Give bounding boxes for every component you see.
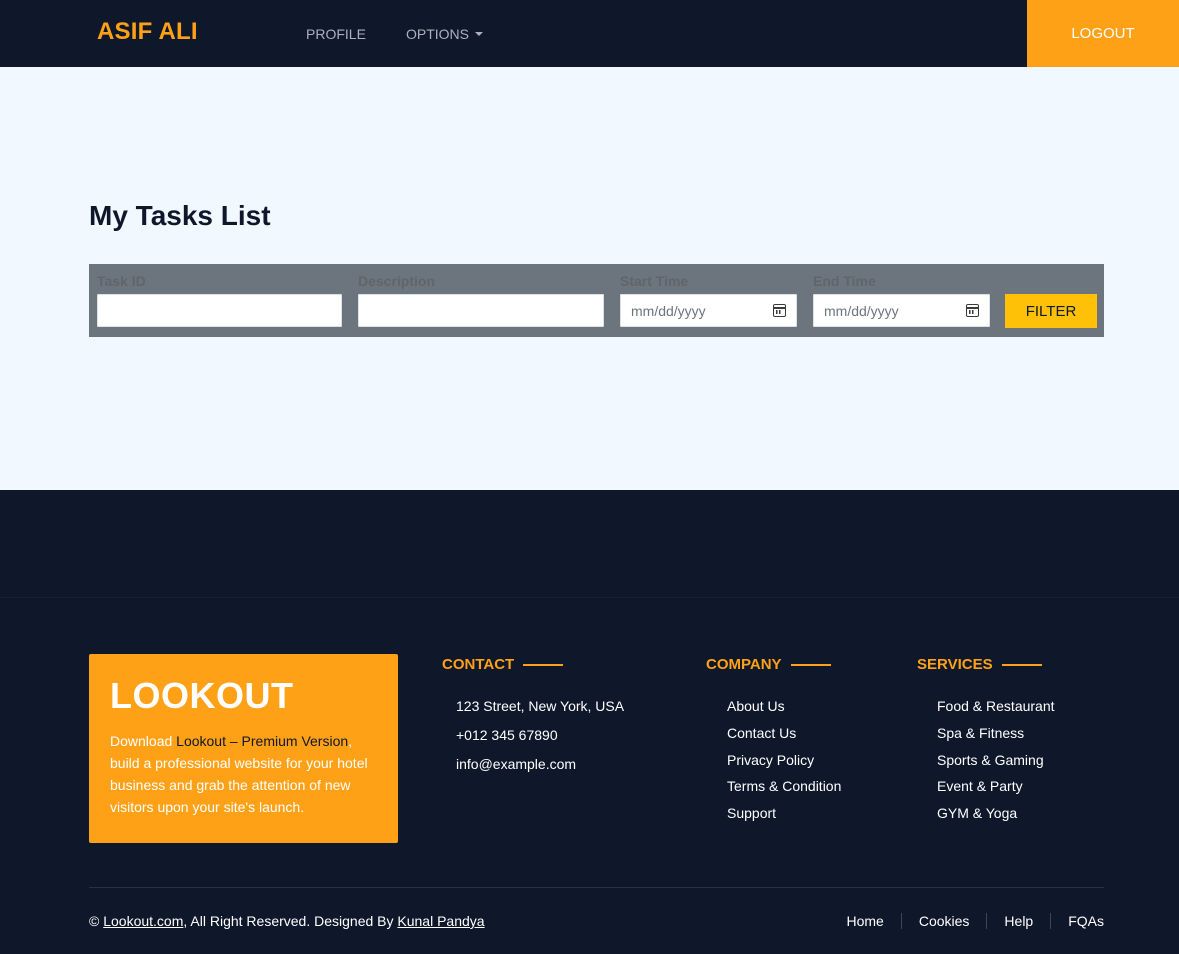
filter-bar: Task ID Description Start Time mm/dd/yyy… <box>89 264 1104 337</box>
link-separator <box>986 913 988 929</box>
promo-text-prefix: Download <box>110 733 177 749</box>
contact-address: 123 Street, New York, USA <box>456 698 625 714</box>
copyright-symbol: © <box>89 913 100 929</box>
bottom-link-cookies[interactable]: Cookies <box>919 913 970 929</box>
main-content: My Tasks List Task ID Description Start … <box>0 67 1179 490</box>
calendar-icon[interactable] <box>773 304 786 317</box>
description-label: Description <box>358 273 436 289</box>
filter-button[interactable]: FILTER <box>1005 294 1097 328</box>
company-link-support[interactable]: Support <box>727 805 776 821</box>
services-link-food[interactable]: Food & Restaurant <box>937 698 1055 714</box>
bottom-link-home[interactable]: Home <box>846 913 883 929</box>
designer-link[interactable]: Kunal Pandya <box>397 913 484 929</box>
brand-logo[interactable]: ASIF ALI <box>97 18 198 46</box>
contact-phone: +012 345 67890 <box>456 727 558 743</box>
copyright-text: , All Right Reserved. Designed By <box>183 913 398 929</box>
nav-profile-link[interactable]: PROFILE <box>306 26 366 42</box>
task-id-input[interactable] <box>97 294 342 327</box>
services-heading-text: SERVICES <box>917 656 993 673</box>
copyright: © Lookout.com, All Right Reserved. Desig… <box>89 913 485 929</box>
nav-options-dropdown[interactable]: OPTIONS <box>406 26 484 42</box>
contact-heading: CONTACT <box>442 656 564 673</box>
task-id-label: Task ID <box>97 273 146 289</box>
company-link-terms[interactable]: Terms & Condition <box>727 778 841 794</box>
company-heading-text: COMPANY <box>706 656 782 673</box>
contact-heading-text: CONTACT <box>442 656 515 673</box>
company-link-about[interactable]: About Us <box>727 698 785 714</box>
link-separator <box>900 913 902 929</box>
promo-title: LOOKOUT <box>110 675 294 716</box>
services-link-sports[interactable]: Sports & Gaming <box>937 752 1044 768</box>
heading-underline <box>523 663 564 666</box>
services-link-event[interactable]: Event & Party <box>937 778 1023 794</box>
company-heading: COMPANY <box>706 656 831 673</box>
services-heading: SERVICES <box>917 656 1042 673</box>
navbar: ASIF ALI PROFILE OPTIONS LOGOUT <box>0 0 1179 67</box>
heading-underline <box>1001 663 1042 666</box>
page-title: My Tasks List <box>89 200 271 231</box>
description-input[interactable] <box>358 294 604 327</box>
heading-underline <box>790 663 831 666</box>
calendar-icon[interactable] <box>966 304 979 317</box>
nav-options-label: OPTIONS <box>406 26 470 42</box>
bottom-links: Home Cookies Help FQAs <box>846 913 1104 929</box>
start-time-input[interactable]: mm/dd/yyyy <box>620 294 797 327</box>
bottom-link-fqas[interactable]: FQAs <box>1068 913 1104 929</box>
promo-premium-link[interactable]: Lookout – Premium Version <box>176 733 348 749</box>
logout-button[interactable]: LOGOUT <box>1027 0 1179 67</box>
link-separator <box>1050 913 1052 929</box>
services-link-spa[interactable]: Spa & Fitness <box>937 725 1024 741</box>
company-link-privacy[interactable]: Privacy Policy <box>727 752 814 768</box>
company-link-contact[interactable]: Contact Us <box>727 725 796 741</box>
footer-divider <box>0 597 1179 598</box>
services-link-gym[interactable]: GYM & Yoga <box>937 805 1017 821</box>
footer: LOOKOUT Download Lookout – Premium Versi… <box>0 490 1179 954</box>
footer-divider <box>89 887 1104 888</box>
promo-text: Download Lookout – Premium Version, buil… <box>110 730 377 818</box>
end-time-placeholder: mm/dd/yyyy <box>824 302 899 319</box>
promo-box: LOOKOUT Download Lookout – Premium Versi… <box>89 654 398 843</box>
caret-down-icon <box>475 32 484 37</box>
end-time-input[interactable]: mm/dd/yyyy <box>813 294 990 327</box>
contact-email[interactable]: info@example.com <box>456 756 576 772</box>
site-link[interactable]: Lookout.com <box>103 913 183 929</box>
start-time-label: Start Time <box>620 273 689 289</box>
start-time-placeholder: mm/dd/yyyy <box>631 302 706 319</box>
end-time-label: End Time <box>813 273 876 289</box>
bottom-link-help[interactable]: Help <box>1004 913 1033 929</box>
